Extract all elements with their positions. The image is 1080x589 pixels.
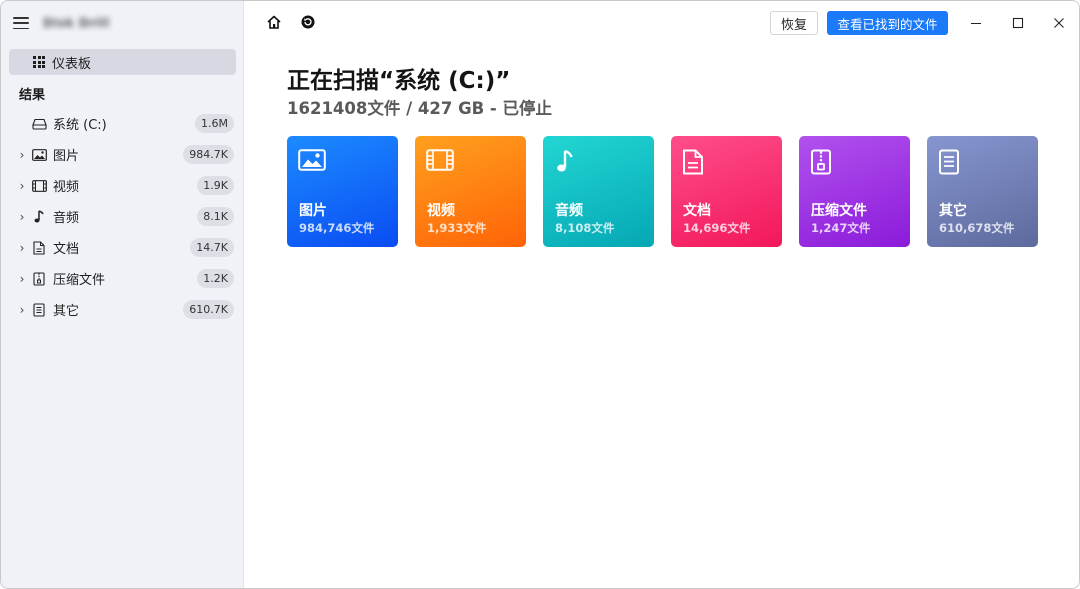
page-title: 正在扫描“系统 (C:)” xyxy=(287,68,511,94)
toolbar: 恢复 查看已找到的文件 xyxy=(244,1,1079,45)
card-title: 图片 xyxy=(299,203,327,219)
chevron-right-icon[interactable]: › xyxy=(17,303,27,317)
count-badge: 1.9K xyxy=(197,176,234,195)
main-panel: 恢复 查看已找到的文件 正在扫描“系统 (C:)” 1621408文件 / 42… xyxy=(244,1,1079,588)
sidebar-item-audio[interactable]: › 音频 8.1K xyxy=(1,201,244,232)
chevron-right-icon[interactable]: › xyxy=(17,272,27,286)
results-section-title: 结果 xyxy=(19,88,46,103)
count-badge: 1.6M xyxy=(195,114,234,133)
sidebar-item-images[interactable]: › 图片 984.7K xyxy=(1,139,244,170)
sidebar-item-other[interactable]: › 其它 610.7K xyxy=(1,294,244,325)
sidebar-item-label: 图片 xyxy=(53,149,80,164)
app-name: Disk Drill xyxy=(43,16,110,30)
count-badge: 14.7K xyxy=(190,238,234,257)
minimize-icon[interactable] xyxy=(966,13,986,33)
other-file-icon xyxy=(938,149,966,175)
other-file-icon xyxy=(31,302,47,318)
count-badge: 610.7K xyxy=(183,300,234,319)
film-icon xyxy=(426,149,454,175)
card-count: 1,247文件 xyxy=(811,221,871,235)
sidebar-header: Disk Drill xyxy=(1,1,243,45)
sidebar-item-system-drive[interactable]: › 系统 (C:) 1.6M xyxy=(1,108,244,139)
sidebar-item-videos[interactable]: › 视频 1.9K xyxy=(1,170,244,201)
card-title: 视频 xyxy=(427,203,455,219)
category-card-videos[interactable]: 视频 1,933文件 xyxy=(415,136,526,247)
sidebar-item-label: 其它 xyxy=(53,304,80,319)
count-badge: 1.2K xyxy=(197,269,234,288)
archive-icon xyxy=(31,271,47,287)
archive-icon xyxy=(810,149,838,175)
sidebar-item-archives[interactable]: › 压缩文件 1.2K xyxy=(1,263,244,294)
card-count: 610,678文件 xyxy=(939,221,1015,235)
scan-status: 1621408文件 / 427 GB - 已停止 xyxy=(287,99,553,118)
menu-icon[interactable] xyxy=(13,17,29,29)
card-title: 文档 xyxy=(683,203,711,219)
card-title: 音频 xyxy=(555,203,583,219)
card-title: 其它 xyxy=(939,203,967,219)
image-icon xyxy=(31,147,47,163)
sidebar-item-label: 仪表板 xyxy=(52,56,92,72)
chevron-right-icon[interactable]: › xyxy=(17,210,27,224)
document-icon xyxy=(682,149,710,175)
card-count: 14,696文件 xyxy=(683,221,751,235)
music-note-icon xyxy=(31,209,47,225)
sidebar-item-label: 文档 xyxy=(53,242,80,257)
results-list: › 系统 (C:) 1.6M › 图片 984.7K › xyxy=(1,108,244,325)
category-card-images[interactable]: 图片 984,746文件 xyxy=(287,136,398,247)
chevron-right-icon[interactable]: › xyxy=(17,148,27,162)
chevron-right-icon[interactable]: › xyxy=(17,241,27,255)
drive-icon xyxy=(31,116,47,132)
sidebar-item-label: 视频 xyxy=(53,180,80,195)
sidebar-item-label: 音频 xyxy=(53,211,80,226)
image-icon xyxy=(298,149,326,175)
restore-button[interactable]: 恢复 xyxy=(770,11,818,35)
film-icon xyxy=(31,178,47,194)
category-card-audio[interactable]: 音频 8,108文件 xyxy=(543,136,654,247)
maximize-icon[interactable] xyxy=(1008,13,1028,33)
card-count: 8,108文件 xyxy=(555,221,615,235)
sidebar-item-label: 压缩文件 xyxy=(53,273,106,288)
dashboard-grid-icon xyxy=(33,56,45,68)
close-icon[interactable] xyxy=(1049,13,1069,33)
view-found-files-button[interactable]: 查看已找到的文件 xyxy=(827,11,948,35)
count-badge: 8.1K xyxy=(197,207,234,226)
sidebar: Disk Drill 仪表板 结果 › 系统 (C:) 1.6M › xyxy=(1,1,244,588)
category-card-archives[interactable]: 压缩文件 1,247文件 xyxy=(799,136,910,247)
category-card-other[interactable]: 其它 610,678文件 xyxy=(927,136,1038,247)
sidebar-item-dashboard[interactable]: 仪表板 xyxy=(9,49,236,75)
home-icon[interactable] xyxy=(266,14,284,32)
card-count: 1,933文件 xyxy=(427,221,487,235)
document-icon xyxy=(31,240,47,256)
sidebar-item-label: 系统 (C:) xyxy=(53,118,107,133)
app-window: Disk Drill 仪表板 结果 › 系统 (C:) 1.6M › xyxy=(0,0,1080,589)
card-title: 压缩文件 xyxy=(811,203,867,219)
count-badge: 984.7K xyxy=(183,145,234,164)
sidebar-item-documents[interactable]: › 文档 14.7K xyxy=(1,232,244,263)
music-note-icon xyxy=(554,149,582,175)
chevron-right-icon[interactable]: › xyxy=(17,179,27,193)
category-card-documents[interactable]: 文档 14,696文件 xyxy=(671,136,782,247)
history-icon[interactable] xyxy=(300,14,318,32)
card-count: 984,746文件 xyxy=(299,221,375,235)
